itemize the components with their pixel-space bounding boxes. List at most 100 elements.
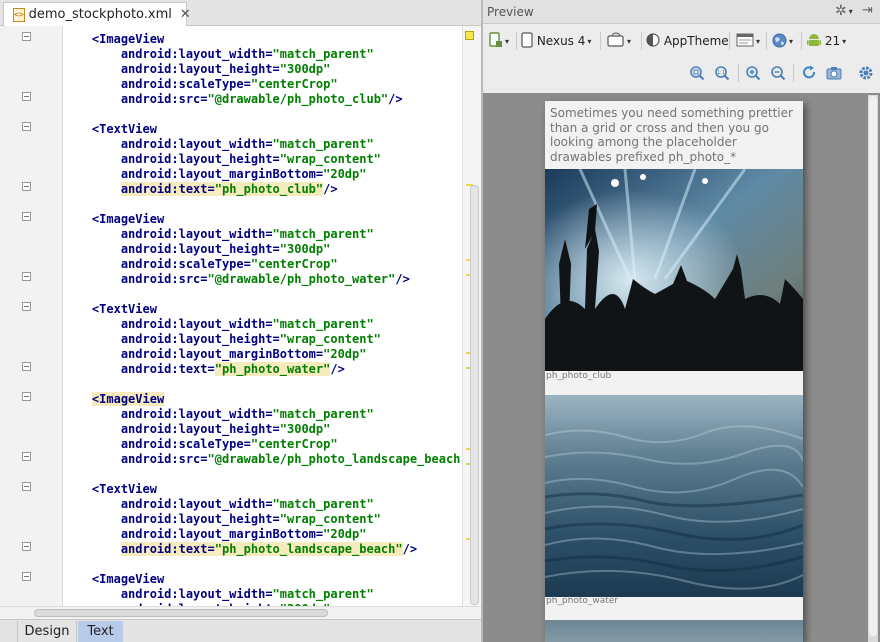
code-line[interactable]: <ImageView	[63, 212, 164, 227]
code-line[interactable]: android:layout_width="match_parent"	[63, 227, 374, 242]
fold-marker-icon[interactable]	[22, 392, 31, 401]
code-line[interactable]: <ImageView	[63, 392, 165, 407]
code-line[interactable]: android:text="ph_photo_club"/>	[63, 182, 338, 197]
fold-marker-icon[interactable]	[22, 122, 31, 131]
code-token: "20dp"	[323, 347, 367, 361]
code-token: "@drawable/ph_photo_club"	[207, 92, 389, 106]
code-line[interactable]	[63, 557, 92, 572]
inspection-status-icon[interactable]	[465, 31, 474, 40]
actual-size-icon[interactable]: 1:1	[714, 65, 730, 81]
zoom-out-icon[interactable]	[770, 65, 786, 81]
fold-marker-icon[interactable]	[22, 542, 31, 551]
gear-icon[interactable]	[858, 65, 874, 81]
photo-landscape-beach-imageview[interactable]	[545, 620, 803, 642]
fold-marker-icon[interactable]	[22, 452, 31, 461]
code-line[interactable]: android:src="@drawable/ph_photo_landscap…	[63, 452, 460, 467]
zoom-in-icon[interactable]	[745, 65, 761, 81]
code-line[interactable]: android:layout_width="match_parent"	[63, 137, 374, 152]
code-line[interactable]: android:layout_height="300dp"	[63, 242, 331, 257]
fold-marker-icon[interactable]	[22, 32, 31, 41]
fold-marker-icon[interactable]	[22, 572, 31, 581]
orientation-selector[interactable]: ▾	[607, 31, 631, 51]
code-line[interactable]: android:layout_marginBottom="20dp"	[63, 347, 367, 362]
fold-marker-icon[interactable]	[22, 182, 31, 191]
code-token: "match_parent"	[272, 497, 374, 511]
camera-icon[interactable]	[826, 65, 842, 81]
code-line[interactable]: android:layout_height="wrap_content"	[63, 332, 381, 347]
code-line[interactable]: android:layout_height="wrap_content"	[63, 512, 381, 527]
code-line[interactable]: <TextView	[63, 122, 157, 137]
code-line[interactable]	[63, 287, 92, 302]
code-line[interactable]	[63, 107, 92, 122]
theme-selector[interactable]: AppTheme	[646, 31, 729, 51]
code-area[interactable]: <ImageView android:layout_width="match_p…	[63, 26, 460, 606]
close-icon[interactable]: ✕	[180, 7, 191, 22]
code-line[interactable]	[63, 467, 92, 482]
code-line[interactable]: <TextView	[63, 302, 157, 317]
code-line[interactable]: android:layout_width="match_parent"	[63, 497, 374, 512]
code-line[interactable]: android:layout_height="300dp"	[63, 422, 331, 437]
device-in-editor-icon	[489, 32, 502, 47]
code-token: "ph_photo_club"	[214, 182, 324, 196]
code-line[interactable]	[63, 377, 92, 392]
fold-marker-icon[interactable]	[22, 362, 31, 371]
code-line[interactable]: android:layout_marginBottom="20dp"	[63, 527, 367, 542]
layout-canvas[interactable]: Sometimes you need something prettier th…	[483, 93, 880, 642]
code-token: "wrap_content"	[279, 332, 381, 346]
editor-vertical-scrollbar[interactable]	[470, 185, 479, 605]
canvas-vertical-scrollbar[interactable]	[869, 96, 877, 636]
fold-marker-icon[interactable]	[22, 482, 31, 491]
tab-design[interactable]: Design	[17, 621, 77, 642]
fold-marker-icon[interactable]	[22, 302, 31, 311]
pin-icon[interactable]: ⇥	[862, 3, 873, 18]
theme-icon	[646, 33, 660, 47]
refresh-icon[interactable]	[801, 65, 817, 81]
code-line[interactable]: android:layout_width="match_parent"	[63, 47, 374, 62]
code-line[interactable]: android:scaleType="centerCrop"	[63, 257, 338, 272]
fold-marker-icon[interactable]	[22, 92, 31, 101]
code-line[interactable]: <ImageView	[63, 32, 164, 47]
tab-text[interactable]: Text	[78, 621, 123, 642]
code-line[interactable]: <ImageView	[63, 572, 164, 587]
code-line[interactable]: android:src="@drawable/ph_photo_club"/>	[63, 92, 403, 107]
photo-club-imageview[interactable]	[545, 169, 803, 371]
code-line[interactable]: android:layout_height="wrap_content"	[63, 152, 381, 167]
api-level-selector[interactable]: 21 ▾	[807, 31, 846, 51]
android-icon	[807, 34, 821, 46]
gear-icon[interactable]: ✲ ▾	[835, 3, 853, 19]
locale-selector[interactable]: ▾	[772, 31, 793, 51]
editor-horizontal-scrollbar[interactable]	[34, 609, 328, 617]
activity-selector[interactable]: ▾	[736, 31, 760, 51]
code-line[interactable]: android:text="ph_photo_landscape_beach"/…	[63, 542, 417, 557]
code-line[interactable]: android:text="ph_photo_water"/>	[63, 362, 345, 377]
code-line[interactable]: android:layout_width="match_parent"	[63, 587, 374, 602]
photo-water-imageview[interactable]	[545, 395, 803, 597]
code-line[interactable]: android:layout_width="match_parent"	[63, 317, 374, 332]
photo-water-caption[interactable]: ph_photo_water	[546, 596, 618, 606]
code-line[interactable]: <TextView	[63, 482, 157, 497]
file-tab-demo-stockphoto[interactable]: <> demo_stockphoto.xml ✕	[3, 2, 191, 26]
device-selector[interactable]: Nexus 4 ▾	[521, 31, 591, 51]
fold-marker-icon[interactable]	[22, 272, 31, 281]
zoom-fit-icon[interactable]	[689, 65, 705, 81]
device-config-button[interactable]: ▾	[489, 31, 509, 51]
toolbar-separator	[738, 64, 739, 82]
code-line[interactable]: android:scaleType="centerCrop"	[63, 77, 338, 92]
code-line[interactable]: android:layout_marginBottom="20dp"	[63, 167, 367, 182]
code-line[interactable]	[63, 197, 92, 212]
device-screen[interactable]: Sometimes you need something prettier th…	[545, 101, 803, 642]
code-token: =	[265, 227, 273, 241]
code-line[interactable]: android:src="@drawable/ph_photo_water"/>	[63, 272, 410, 287]
code-line[interactable]: android:layout_width="match_parent"	[63, 407, 374, 422]
code-line[interactable]: android:layout_height="300dp"	[63, 62, 331, 77]
code-line[interactable]: android:scaleType="centerCrop"	[63, 437, 338, 452]
photo-club-caption[interactable]: ph_photo_club	[546, 371, 611, 381]
fold-marker-icon[interactable]	[22, 212, 31, 221]
code-token: =	[243, 77, 251, 91]
caption-textview[interactable]: Sometimes you need something prettier th…	[550, 106, 800, 164]
